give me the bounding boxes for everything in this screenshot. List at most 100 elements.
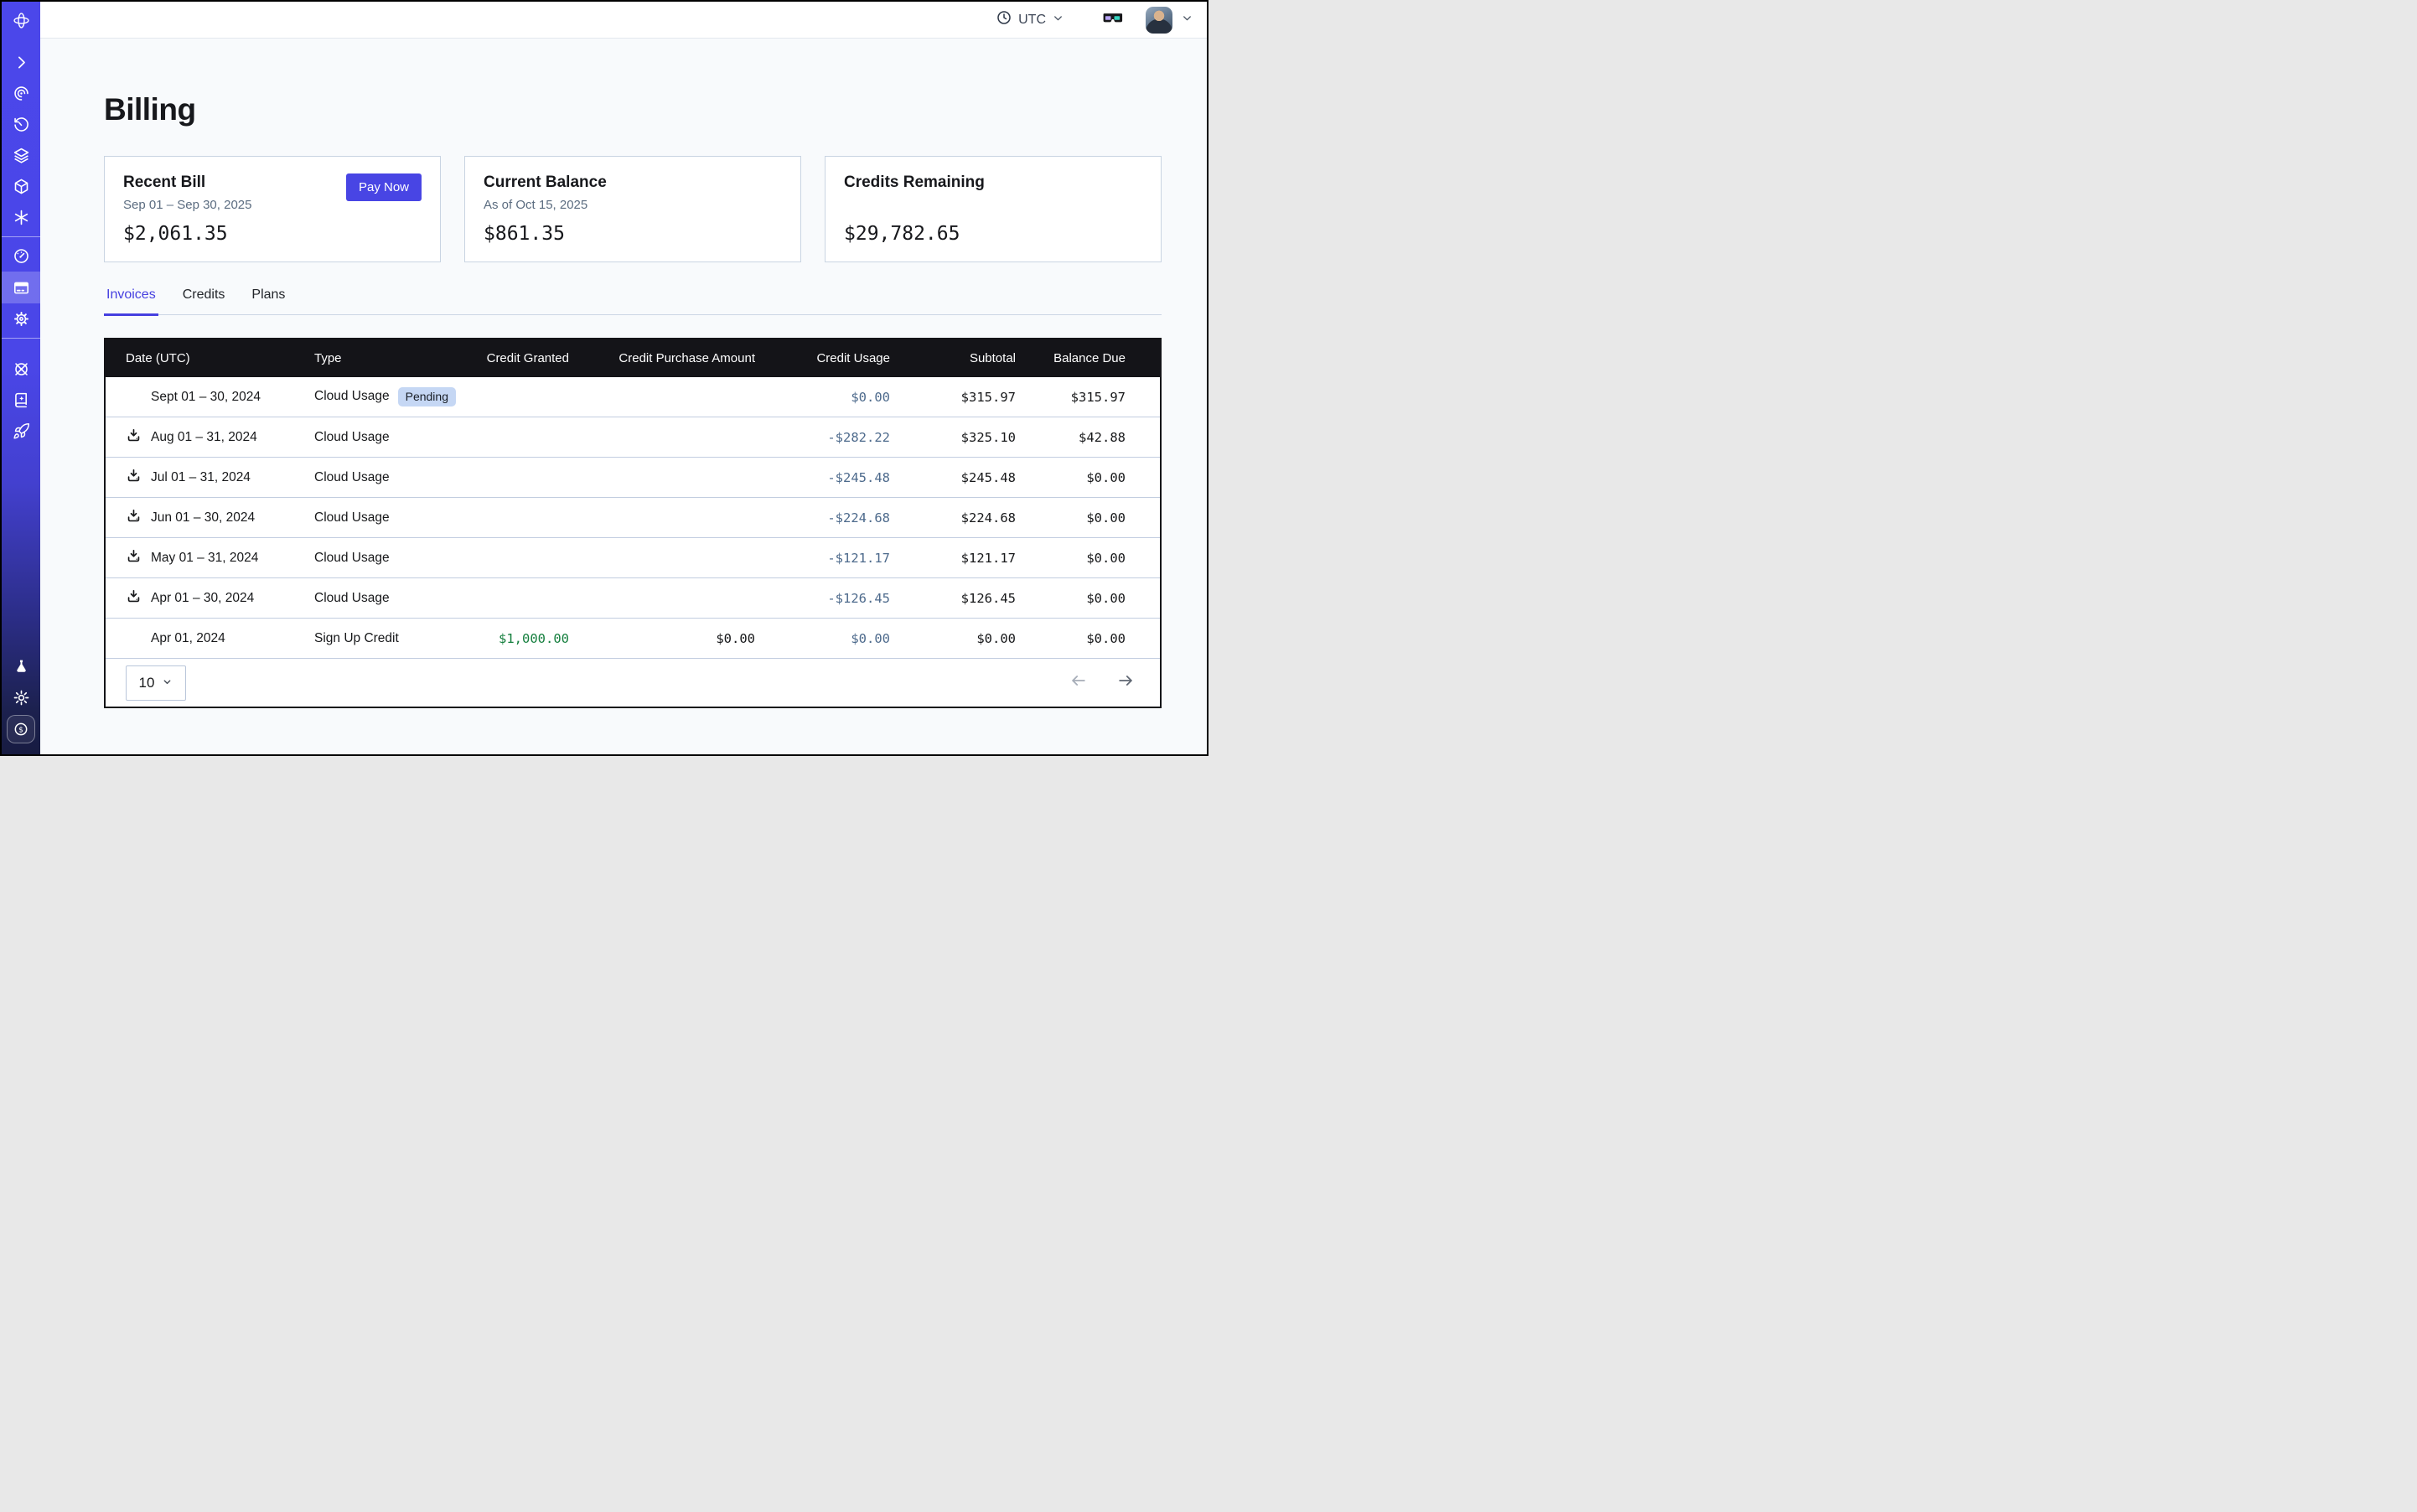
recent-bill-card: Recent Bill Sep 01 – Sep 30, 2025 $2,061… [104,156,441,262]
next-page-button[interactable] [1116,671,1135,694]
card-as-of: As of Oct 15, 2025 [484,198,782,212]
chevron-down-icon [1181,12,1193,28]
invoice-row: Apr 01, 2024 Sign Up Credit $1,000.00 $0… [106,619,1160,659]
helm-wheel-icon [13,360,30,378]
invoice-type: Cloud Usage [314,430,390,445]
flask-icon [13,658,30,676]
table-header: Date (UTC) Type Credit Granted Credit Pu… [106,339,1160,377]
clock-icon [996,9,1012,30]
card-amount: $861.35 [484,223,565,245]
sidebar-item-observe[interactable] [2,78,40,109]
invoice-type: Cloud Usage [314,591,390,606]
col-type: Type [314,351,465,365]
tab-plans[interactable]: Plans [249,287,287,316]
dollar-badge-icon[interactable]: $ [7,715,35,743]
invoice-type: Cloud Usage [314,510,390,526]
subtotal: $315.97 [890,390,1016,405]
invoice-type: Cloud Usage [314,389,390,404]
balance-due: $0.00 [1016,510,1126,526]
tab-credits[interactable]: Credits [180,287,228,316]
sidebar-item-settings[interactable] [2,303,40,334]
download-invoice-icon[interactable] [126,468,142,488]
credit-usage: -$224.68 [755,510,890,526]
billing-tabs: Invoices Credits Plans [104,287,1162,315]
3d-glasses-icon [1101,7,1124,34]
card-amount: $29,782.65 [844,223,960,245]
table-pagination: 10 [106,659,1160,707]
tab-invoices[interactable]: Invoices [104,287,158,316]
download-invoice-icon[interactable] [126,508,142,528]
vision-mode-button[interactable] [1101,7,1124,34]
gear-icon [13,310,30,328]
sidebar-item-labs[interactable] [2,651,40,682]
col-credit-purchase: Credit Purchase Amount [569,351,755,365]
balance-due: $315.97 [1016,390,1126,405]
invoice-date: Aug 01 – 31, 2024 [151,430,257,445]
pay-now-button[interactable]: Pay Now [346,173,422,201]
page-title: Billing [104,92,1162,127]
balance-due: $42.88 [1016,430,1126,445]
sidebar-item-dashboard[interactable] [2,241,40,272]
sidebar-item-history[interactable] [2,109,40,140]
sidebar-divider [2,236,40,237]
sidebar-item-cube[interactable] [2,171,40,202]
timezone-selector[interactable]: UTC [996,9,1064,30]
sidebar-item-credits[interactable]: $ [2,713,40,744]
balance-due: $0.00 [1016,470,1126,485]
subtotal: $224.68 [890,510,1016,526]
prev-page-button[interactable] [1069,671,1088,694]
col-balance-due: Balance Due [1016,351,1126,365]
invoice-date: Jul 01 – 31, 2024 [151,470,251,485]
download-invoice-icon[interactable] [126,588,142,608]
credit-usage: -$126.45 [755,591,890,606]
billing-card-icon [13,279,30,297]
sidebar-item-support[interactable] [2,354,40,385]
summary-cards: Recent Bill Sep 01 – Sep 30, 2025 $2,061… [104,156,1162,262]
svg-text:$: $ [18,725,23,734]
subtotal: $0.00 [890,631,1016,646]
account-menu[interactable] [1146,7,1193,34]
sidebar-item-docs[interactable] [2,385,40,416]
sidebar-item-layers[interactable] [2,140,40,171]
col-date: Date (UTC) [126,351,314,365]
download-invoice-icon[interactable] [126,548,142,568]
invoice-date: Apr 01 – 30, 2024 [151,591,254,606]
invoice-date: May 01 – 31, 2024 [151,551,258,566]
layers-icon [13,147,30,164]
main-area: Billing Recent Bill Sep 01 – Sep 30, 202… [40,39,1207,754]
sidebar-item-launch[interactable] [2,416,40,447]
invoice-row: May 01 – 31, 2024 Cloud Usage -$121.17 $… [106,538,1160,578]
credit-purchase-amount: $0.00 [569,631,755,646]
invoice-row: Jun 01 – 30, 2024 Cloud Usage -$224.68 $… [106,498,1160,538]
topbar: UTC [40,2,1207,39]
invoice-type: Cloud Usage [314,470,390,485]
download-invoice-icon[interactable] [126,427,142,448]
subtotal: $325.10 [890,430,1016,445]
sidebar-item-billing[interactable] [2,272,40,303]
invoice-type: Sign Up Credit [314,631,399,646]
credit-usage: -$282.22 [755,430,890,445]
sidebar-item-expand[interactable] [2,47,40,78]
page-size-select[interactable]: 10 [126,665,186,701]
app-window: $ UTC [0,0,1208,756]
sidebar-item-services[interactable] [2,202,40,233]
sidebar-divider [2,338,40,339]
chevron-right-icon [13,54,30,71]
subtotal: $121.17 [890,551,1016,566]
sidebar-item-theme-toggle[interactable] [2,682,40,713]
book-sparkle-icon [13,391,30,409]
col-credit-usage: Credit Usage [755,351,890,365]
status-badge: Pending [398,387,456,406]
app-logo-icon[interactable] [2,2,40,39]
sidebar: $ [2,2,40,754]
user-avatar[interactable] [1146,7,1172,34]
gauge-icon [13,247,30,265]
balance-due: $0.00 [1016,551,1126,566]
chevron-down-icon [1052,12,1064,28]
credit-usage: $0.00 [755,390,890,405]
credit-granted: $1,000.00 [465,631,569,646]
balance-due: $0.00 [1016,631,1126,646]
current-balance-card: Current Balance As of Oct 15, 2025 $861.… [464,156,801,262]
asterisk-icon [13,209,30,226]
col-subtotal: Subtotal [890,351,1016,365]
